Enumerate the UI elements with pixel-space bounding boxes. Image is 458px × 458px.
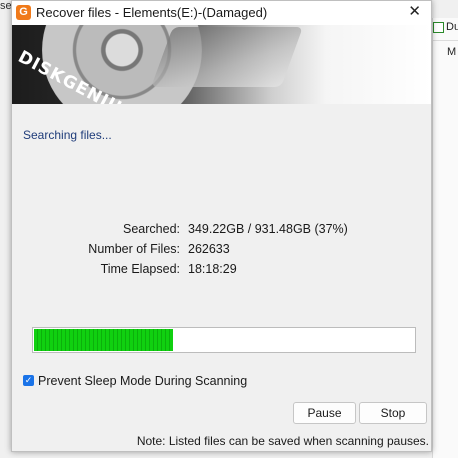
background-row-text: M xyxy=(447,46,457,58)
background-checkbox[interactable] xyxy=(433,22,444,33)
diskgenius-app-icon: G xyxy=(16,5,31,20)
progress-fill xyxy=(34,329,174,351)
dialog-title: Recover files - Elements(E:)-(Damaged) xyxy=(36,5,268,20)
searched-row: Searched: 349.22GB / 931.48GB (37%) xyxy=(12,222,431,242)
close-button[interactable]: ✕ xyxy=(408,2,421,20)
time-elapsed-value: 18:18:29 xyxy=(188,262,237,276)
prevent-sleep-checkbox[interactable]: ✓ xyxy=(23,375,34,386)
scan-statistics: Searched: 349.22GB / 931.48GB (37%) Numb… xyxy=(12,222,431,282)
files-count-label: Number of Files: xyxy=(88,242,180,256)
time-elapsed-label: Time Elapsed: xyxy=(100,262,180,276)
files-count-row: Number of Files: 262633 xyxy=(12,242,431,262)
prevent-sleep-label[interactable]: Prevent Sleep Mode During Scanning xyxy=(38,374,247,388)
pause-button[interactable]: Pause xyxy=(293,402,356,424)
background-right-panel xyxy=(432,18,458,458)
background-column-header[interactable]: Du xyxy=(446,21,458,33)
hard-drive-banner: DISKGENIUS xyxy=(12,25,431,104)
recover-files-dialog: G Recover files - Elements(E:)-(Damaged)… xyxy=(11,0,432,452)
title-bar[interactable]: G Recover files - Elements(E:)-(Damaged)… xyxy=(12,1,431,25)
scan-note: Note: Listed files can be saved when sca… xyxy=(136,434,429,448)
time-elapsed-row: Time Elapsed: 18:18:29 xyxy=(12,262,431,282)
searched-value: 349.22GB / 931.48GB (37%) xyxy=(188,222,348,236)
status-text: Searching files... xyxy=(23,128,112,142)
drive-actuator-image xyxy=(151,27,303,87)
searched-label: Searched: xyxy=(123,222,180,236)
files-count-value: 262633 xyxy=(188,242,230,256)
background-divider xyxy=(432,40,458,41)
scan-progress-bar xyxy=(32,327,416,353)
stop-button[interactable]: Stop xyxy=(359,402,427,424)
